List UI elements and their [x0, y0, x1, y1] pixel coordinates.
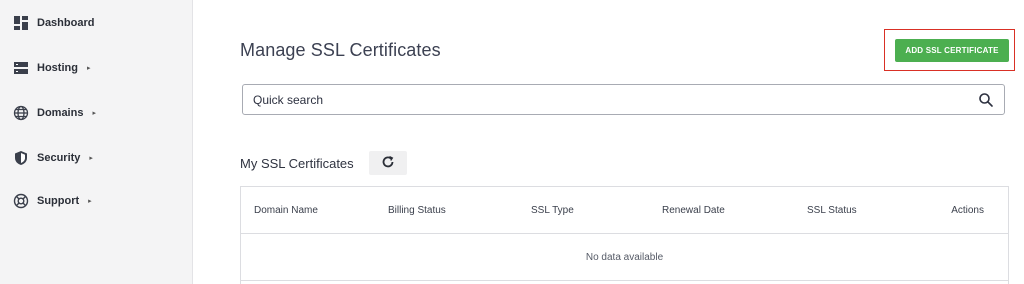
- column-header-domain-name[interactable]: Domain Name: [254, 205, 318, 216]
- column-header-actions: Actions: [951, 205, 984, 216]
- sidebar-item-label: Support: [37, 195, 80, 207]
- column-header-billing-status[interactable]: Billing Status: [388, 205, 446, 216]
- server-icon: [12, 59, 30, 77]
- page-title: Manage SSL Certificates: [240, 40, 441, 60]
- section-title: My SSL Certificates: [240, 156, 354, 171]
- search-input[interactable]: [253, 92, 953, 107]
- table-empty-row: No data available: [241, 234, 1008, 281]
- refresh-button[interactable]: [369, 151, 407, 175]
- search-icon[interactable]: [978, 92, 994, 108]
- column-header-renewal-date[interactable]: Renewal Date: [662, 205, 725, 216]
- sidebar-item-label: Security: [37, 152, 81, 164]
- column-header-ssl-status[interactable]: SSL Status: [807, 205, 857, 216]
- sidebar-item-support[interactable]: Support ▸: [12, 189, 92, 213]
- table-header: Domain Name Billing Status SSL Type Rene…: [241, 187, 1008, 234]
- search-box: [242, 84, 1005, 115]
- caret-right-icon: ▸: [88, 198, 92, 205]
- sidebar-item-label: Dashboard: [37, 17, 95, 29]
- lifebuoy-icon: [12, 192, 30, 210]
- caret-right-icon: ▸: [89, 155, 93, 162]
- add-ssl-certificate-button[interactable]: ADD SSL CERTIFICATE: [895, 39, 1009, 62]
- caret-right-icon: ▸: [86, 65, 91, 72]
- sidebar: Dashboard Hosting ▸ Domains ▸ Security ▸…: [0, 0, 193, 284]
- empty-state-text: No data available: [585, 251, 664, 263]
- dashboard-icon: [12, 14, 30, 32]
- ssl-certificates-table: Domain Name Billing Status SSL Type Rene…: [240, 186, 1009, 284]
- main-content: Manage SSL Certificates ADD SSL CERTIFIC…: [194, 0, 1024, 284]
- sidebar-item-domains[interactable]: Domains ▸: [12, 101, 96, 125]
- sidebar-item-security[interactable]: Security ▸: [12, 146, 93, 170]
- sidebar-item-hosting[interactable]: Hosting ▸: [12, 56, 90, 80]
- caret-right-icon: ▸: [92, 110, 96, 117]
- refresh-icon: [381, 155, 395, 172]
- globe-icon: [12, 104, 30, 122]
- shield-icon: [12, 149, 30, 167]
- sidebar-item-label: Domains: [37, 107, 84, 119]
- sidebar-item-label: Hosting: [37, 62, 78, 74]
- sidebar-item-dashboard[interactable]: Dashboard: [12, 11, 94, 35]
- column-header-ssl-type[interactable]: SSL Type: [531, 205, 574, 216]
